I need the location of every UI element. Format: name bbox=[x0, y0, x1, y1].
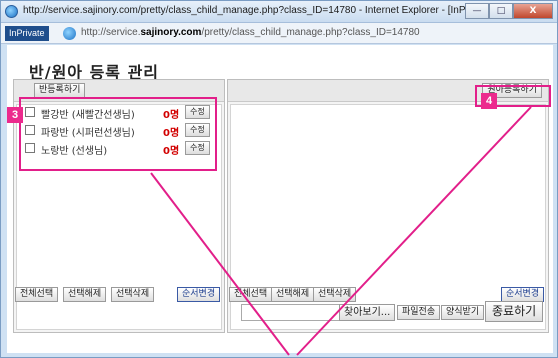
address-url[interactable]: http://service.sajinory.com/pretty/class… bbox=[81, 27, 420, 38]
right-select-all-button[interactable]: 전체선택 bbox=[229, 287, 273, 302]
highlight-number-4: 4 bbox=[481, 93, 497, 109]
register-class-button[interactable]: 반등록하기 bbox=[34, 83, 86, 98]
maximize-button[interactable]: □ bbox=[489, 3, 513, 19]
ie-logo-icon bbox=[5, 5, 18, 18]
browser-window: http://service.sajinory.com/pretty/class… bbox=[0, 0, 558, 358]
left-reorder-button[interactable]: 순서변경 bbox=[177, 287, 221, 302]
file-transfer-button[interactable]: 파일전송 bbox=[397, 305, 441, 320]
left-deselect-button[interactable]: 선택해제 bbox=[63, 287, 107, 302]
address-prefix: http://service. bbox=[81, 27, 141, 38]
window-controls: — □ X bbox=[465, 3, 553, 19]
window-title: http://service.sajinory.com/pretty/class… bbox=[23, 5, 493, 16]
browse-button[interactable]: 찾아보기... bbox=[339, 304, 396, 321]
left-delete-selected-button[interactable]: 선택삭제 bbox=[111, 287, 155, 302]
close-button[interactable]: 종료하기 bbox=[485, 301, 544, 322]
right-delete-selected-button[interactable]: 선택삭제 bbox=[313, 287, 357, 302]
title-bar: http://service.sajinory.com/pretty/class… bbox=[1, 1, 557, 23]
left-select-all-button[interactable]: 전체선택 bbox=[15, 287, 59, 302]
address-suffix: /pretty/class_child_manage.php?class_ID=… bbox=[201, 27, 420, 38]
address-domain: sajinory.com bbox=[140, 27, 202, 38]
close-window-button[interactable]: X bbox=[513, 3, 553, 19]
highlight-number-3: 3 bbox=[7, 107, 23, 123]
right-deselect-button[interactable]: 선택해제 bbox=[271, 287, 315, 302]
highlight-box-3 bbox=[19, 97, 217, 171]
minimize-button[interactable]: — bbox=[465, 3, 489, 19]
form-download-button[interactable]: 양식받기 bbox=[441, 305, 485, 320]
inprivate-badge: InPrivate bbox=[5, 26, 49, 41]
page-favicon-icon bbox=[63, 27, 76, 40]
address-bar: InPrivate http://service.sajinory.com/pr… bbox=[1, 23, 557, 44]
page-content: 반/원아 등록 관리 반등록하기 빨강반 (새빨간선생님) 0명 수정 파랑반 … bbox=[7, 45, 553, 353]
right-reorder-button[interactable]: 순서변경 bbox=[501, 287, 545, 302]
